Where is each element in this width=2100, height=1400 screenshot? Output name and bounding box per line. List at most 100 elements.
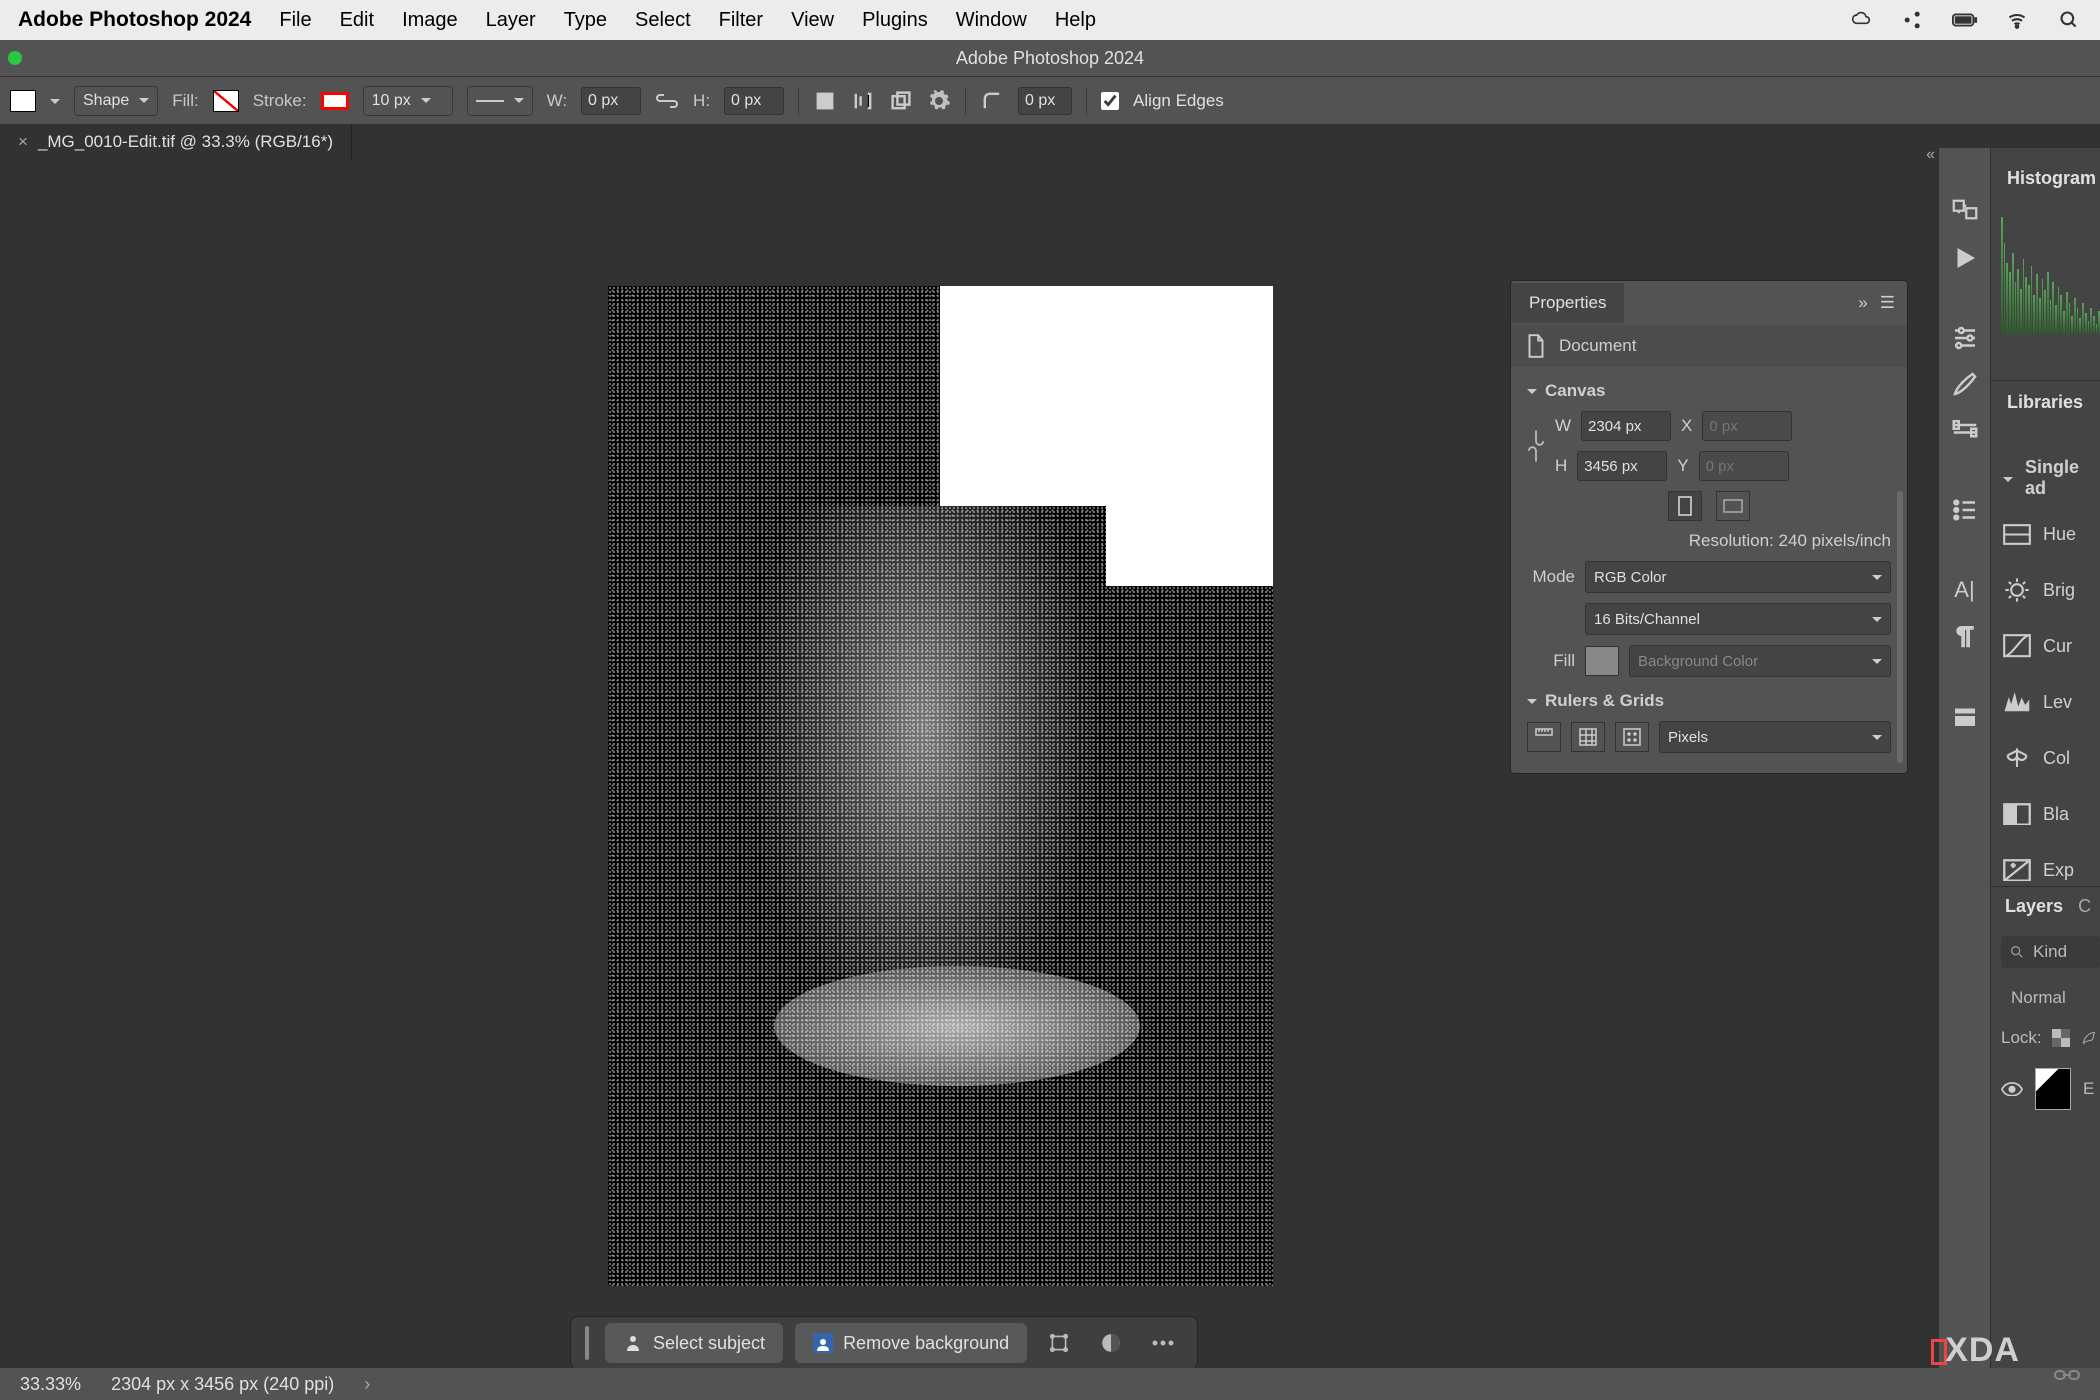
panel-scrollbar[interactable]: [1897, 491, 1903, 763]
menu-view[interactable]: View: [791, 9, 834, 32]
zoom-level[interactable]: 33.33%: [20, 1374, 81, 1395]
adj-levels[interactable]: Lev: [2003, 674, 2100, 730]
menu-file[interactable]: File: [279, 9, 311, 32]
fill-swatch[interactable]: [213, 90, 239, 112]
collapse-panels-icon[interactable]: «: [1926, 146, 1935, 164]
menu-type[interactable]: Type: [564, 9, 607, 32]
bit-depth-select[interactable]: 16 Bits/Channel: [1585, 603, 1891, 635]
watermark: XDA: [1931, 1331, 2020, 1370]
menu-select[interactable]: Select: [635, 9, 691, 32]
canvas-width-input[interactable]: [1581, 411, 1671, 441]
corner-radius-icon: [980, 89, 1004, 113]
menu-edit[interactable]: Edit: [340, 9, 374, 32]
remove-background-button[interactable]: Remove background: [795, 1323, 1027, 1363]
traffic-light-green[interactable]: [8, 51, 22, 65]
ruler-button[interactable]: [1527, 722, 1561, 752]
adj-exposure[interactable]: Exp: [2003, 842, 2100, 898]
list-icon[interactable]: [1950, 496, 1980, 524]
panel-collapse-icon[interactable]: »: [1858, 293, 1867, 313]
layer-name[interactable]: E: [2083, 1079, 2094, 1099]
menu-plugins[interactable]: Plugins: [862, 9, 928, 32]
canvas-height-input[interactable]: [1577, 451, 1667, 481]
height-input[interactable]: [724, 87, 784, 115]
path-operations-icon[interactable]: [813, 89, 837, 113]
menu-filter[interactable]: Filter: [719, 9, 763, 32]
adjustments-icon[interactable]: [1950, 324, 1980, 352]
taskbar-drag-handle[interactable]: [585, 1326, 589, 1360]
guides-button[interactable]: [1615, 722, 1649, 752]
stroke-width-input[interactable]: 10 px: [363, 86, 453, 116]
select-subject-button[interactable]: Select subject: [605, 1323, 783, 1363]
share-icon[interactable]: [1900, 10, 1926, 30]
layers-label[interactable]: Layers C: [2005, 896, 2091, 917]
color-mode-select[interactable]: RGB Color: [1585, 561, 1891, 593]
tool-preset-swatch[interactable]: [10, 90, 36, 112]
menu-layer[interactable]: Layer: [486, 9, 536, 32]
brush-icon[interactable]: [1950, 370, 1980, 398]
blend-mode-select[interactable]: Normal: [2001, 982, 2100, 1014]
adj-curves[interactable]: Cur: [2003, 618, 2100, 674]
visibility-icon[interactable]: [2001, 1082, 2023, 1097]
adj-brightness[interactable]: Brig: [2003, 562, 2100, 618]
grid-button[interactable]: [1571, 722, 1605, 752]
panel-menu-icon[interactable]: ☰: [1880, 293, 1895, 313]
status-menu-icon[interactable]: ›: [364, 1374, 370, 1395]
link-wh-icon[interactable]: [655, 89, 679, 113]
styles-icon[interactable]: [1950, 416, 1980, 444]
path-arrange-icon[interactable]: [889, 89, 913, 113]
type-icon[interactable]: A|: [1950, 576, 1980, 604]
menu-image[interactable]: Image: [402, 9, 458, 32]
corner-link-icon: [2054, 1366, 2080, 1384]
adj-color-balance[interactable]: Col: [2003, 730, 2100, 786]
layer-row[interactable]: E: [2001, 1068, 2100, 1110]
contextual-task-bar: Select subject Remove background: [570, 1316, 1198, 1370]
adjust-icon[interactable]: [1091, 1323, 1131, 1363]
libraries-dock-icon[interactable]: [1950, 702, 1980, 730]
adj-bw[interactable]: Bla: [2003, 786, 2100, 842]
tool-preset-menu[interactable]: [50, 91, 60, 111]
adj-hue[interactable]: Hue: [2003, 506, 2100, 562]
stroke-swatch[interactable]: [321, 92, 349, 110]
link-dimensions-icon[interactable]: [1527, 428, 1545, 464]
canvas-section-toggle[interactable]: Canvas: [1527, 381, 1891, 401]
layer-filter-input[interactable]: Kind: [2001, 936, 2100, 968]
menu-window[interactable]: Window: [956, 9, 1027, 32]
orientation-landscape-button[interactable]: [1716, 491, 1750, 521]
fill-type-select[interactable]: Background Color: [1629, 645, 1891, 677]
width-label: W:: [547, 91, 567, 111]
more-icon[interactable]: [1143, 1323, 1183, 1363]
ruler-units-select[interactable]: Pixels: [1659, 721, 1891, 753]
stroke-style-select[interactable]: [467, 86, 533, 116]
transform-icon[interactable]: [1039, 1323, 1079, 1363]
orientation-portrait-button[interactable]: [1668, 491, 1702, 521]
corner-radius-input[interactable]: [1018, 87, 1072, 115]
close-tab-icon[interactable]: ×: [18, 132, 28, 152]
play-icon[interactable]: [1950, 244, 1980, 272]
shape-mode-select[interactable]: Shape: [74, 86, 158, 116]
gear-icon[interactable]: [927, 89, 951, 113]
layer-thumbnail[interactable]: [2035, 1068, 2071, 1110]
histogram-chart: [2001, 204, 2100, 334]
panel-icon-1[interactable]: [1950, 198, 1980, 226]
lock-transparency-icon[interactable]: [2052, 1029, 2070, 1047]
app-name: Adobe Photoshop 2024: [18, 8, 251, 32]
properties-tab[interactable]: Properties: [1511, 283, 1624, 323]
search-icon[interactable]: [2056, 10, 2082, 30]
document-canvas[interactable]: [608, 286, 1273, 1286]
window-title: Adobe Photoshop 2024: [956, 48, 1144, 69]
width-input[interactable]: [581, 87, 641, 115]
fill-color-swatch[interactable]: [1585, 646, 1619, 676]
cc-sync-icon[interactable]: [1848, 10, 1874, 30]
collapsed-panel-strip: A|: [1938, 148, 1990, 1400]
libraries-label[interactable]: Libraries: [2007, 392, 2083, 413]
rulers-section-toggle[interactable]: Rulers & Grids: [1527, 691, 1891, 711]
paragraph-icon[interactable]: [1950, 622, 1980, 650]
wifi-icon[interactable]: [2004, 10, 2030, 30]
menu-help[interactable]: Help: [1055, 9, 1096, 32]
path-align-icon[interactable]: [851, 89, 875, 113]
lock-paint-icon[interactable]: [2080, 1029, 2098, 1047]
histogram-label[interactable]: Histogram: [2007, 168, 2096, 189]
single-adjustment-header[interactable]: Single ad: [2003, 450, 2100, 506]
document-tab[interactable]: × _MG_0010-Edit.tif @ 33.3% (RGB/16*): [0, 124, 352, 160]
align-edges-checkbox[interactable]: [1101, 92, 1119, 110]
